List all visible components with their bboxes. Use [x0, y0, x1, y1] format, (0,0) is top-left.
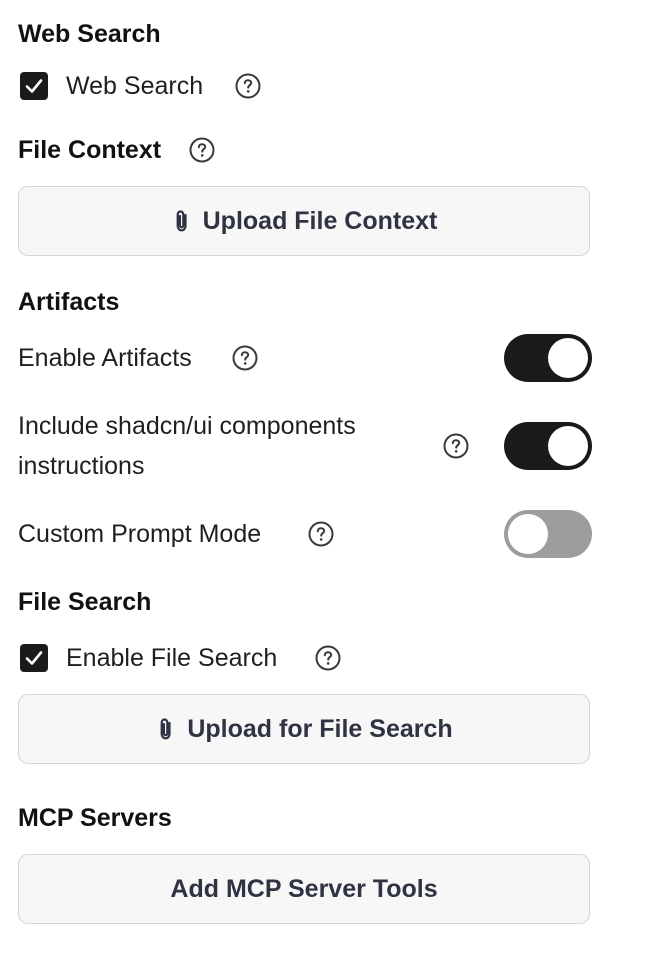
toggle-knob — [508, 514, 548, 554]
checkmark-icon — [25, 651, 43, 665]
question-circle-icon[interactable] — [189, 137, 215, 163]
question-circle-icon[interactable] — [308, 521, 334, 547]
question-circle-icon[interactable] — [315, 645, 341, 671]
custom-prompt-mode-label: Custom Prompt Mode — [18, 520, 262, 548]
file-search-heading: File Search — [18, 588, 152, 616]
upload-for-file-search-button[interactable]: Upload for File Search — [18, 694, 590, 764]
enable-file-search-label[interactable]: Enable File Search — [66, 642, 277, 674]
upload-for-file-search-label: Upload for File Search — [187, 714, 453, 743]
mcp-servers-heading: MCP Servers — [18, 804, 172, 832]
question-circle-icon[interactable] — [443, 433, 469, 459]
add-mcp-server-tools-button[interactable]: Add MCP Server Tools — [18, 854, 590, 924]
shadcn-instructions-toggle[interactable] — [504, 422, 592, 470]
upload-file-context-button[interactable]: Upload File Context — [18, 186, 590, 256]
shadcn-instructions-label: Include shadcn/ui components instruction… — [18, 412, 356, 480]
add-mcp-server-tools-label: Add MCP Server Tools — [170, 874, 438, 903]
toggle-knob — [548, 426, 588, 466]
custom-prompt-mode-toggle[interactable] — [504, 510, 592, 558]
artifacts-heading: Artifacts — [18, 288, 120, 316]
upload-file-context-label: Upload File Context — [202, 206, 438, 235]
toggle-knob — [548, 338, 588, 378]
checkmark-icon — [25, 79, 43, 93]
enable-file-search-checkbox[interactable] — [20, 644, 48, 672]
question-circle-icon[interactable] — [232, 345, 258, 371]
question-circle-icon[interactable] — [235, 73, 261, 99]
paperclip-icon — [176, 210, 187, 232]
file-context-heading: File Context — [18, 136, 162, 164]
web-search-checkbox[interactable] — [20, 72, 48, 100]
enable-artifacts-label: Enable Artifacts — [18, 344, 192, 372]
web-search-checkbox-label[interactable]: Web Search — [66, 70, 203, 102]
paperclip-icon — [160, 718, 171, 740]
enable-artifacts-toggle[interactable] — [504, 334, 592, 382]
web-search-heading: Web Search — [18, 20, 161, 48]
